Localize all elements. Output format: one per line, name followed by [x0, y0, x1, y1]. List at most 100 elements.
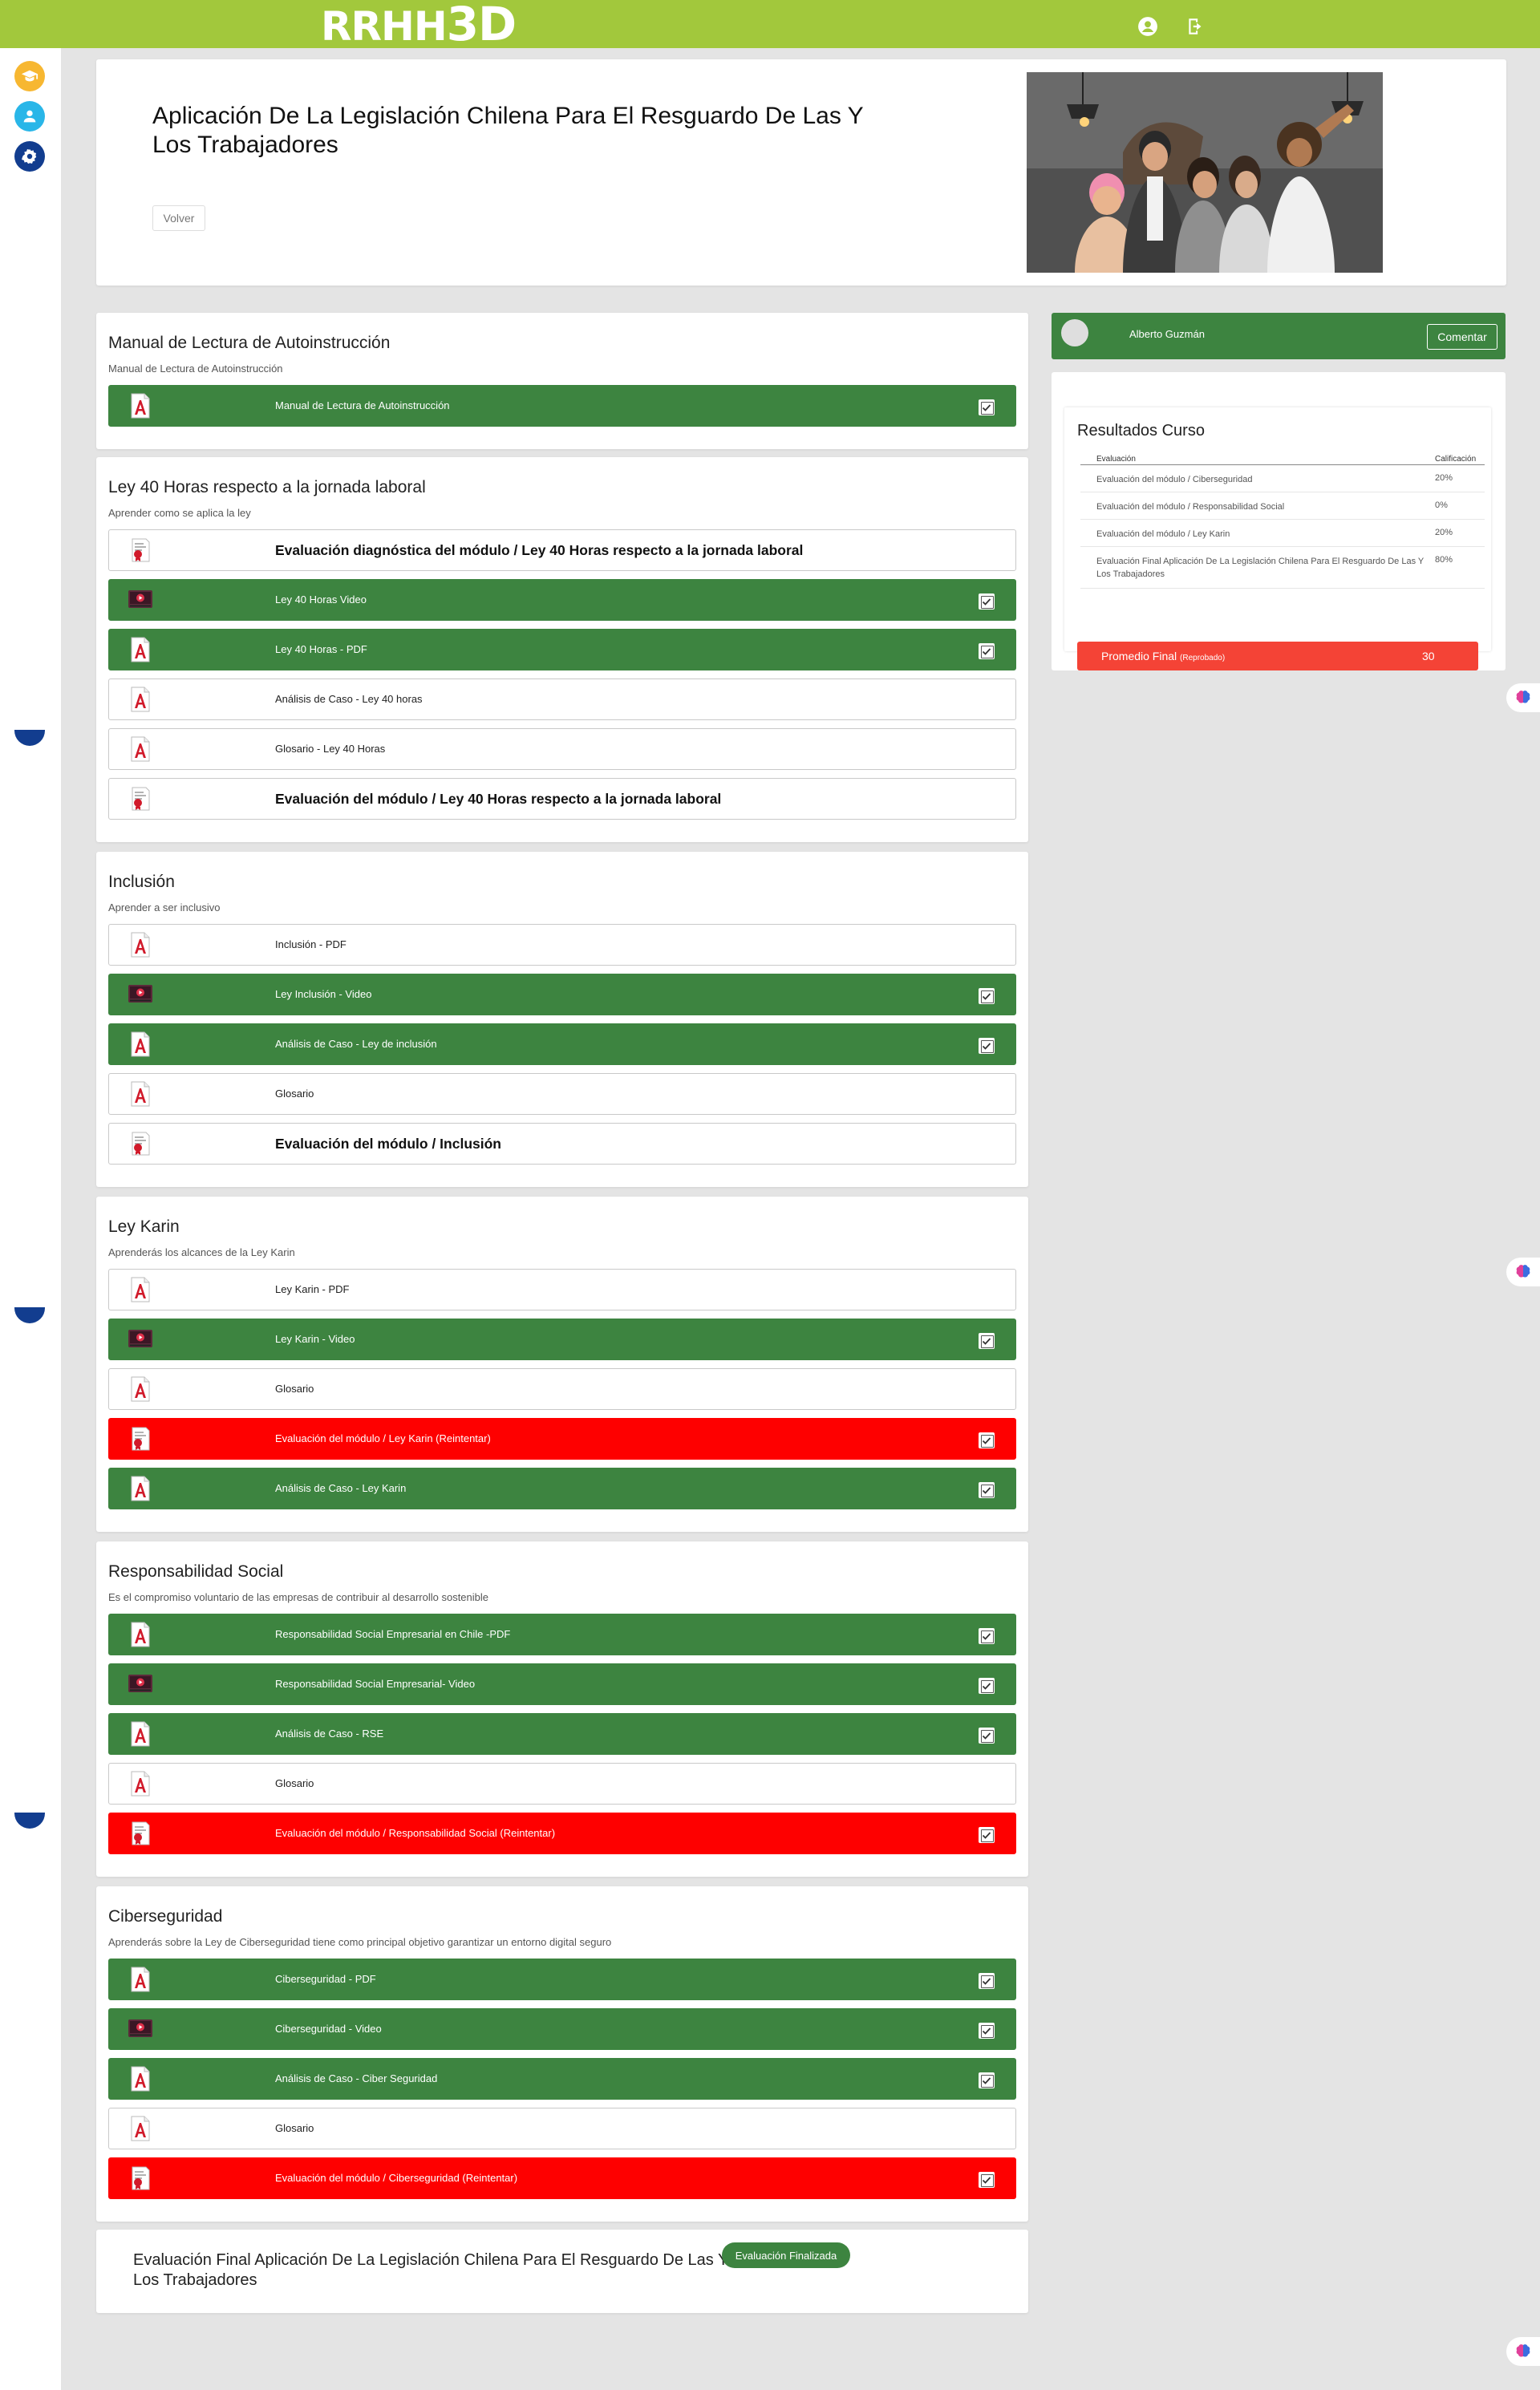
result-grade: 0% [1435, 500, 1448, 510]
module-item[interactable]: Ley Karin - Video [108, 1319, 1016, 1360]
module-title: Manual de Lectura de Autoinstrucción [108, 334, 391, 352]
average-value: 30 [1422, 650, 1435, 662]
module-item[interactable]: Glosario [108, 1368, 1016, 1410]
module-card: Ciberseguridad Aprenderás sobre la Ley de… [96, 1886, 1028, 2222]
user-circle-icon[interactable] [1137, 16, 1158, 37]
check-icon [979, 1038, 995, 1054]
module-item[interactable]: Evaluación diagnóstica del módulo / Ley … [108, 529, 1016, 571]
module-item[interactable]: Análisis de Caso - Ciber Seguridad [108, 2058, 1016, 2100]
module-item-label: Glosario [275, 1777, 314, 1789]
sidebar-item-profile[interactable] [14, 101, 45, 132]
module-description: Es el compromiso voluntario de las empre… [108, 1591, 489, 1603]
results-title: Resultados Curso [1077, 422, 1205, 440]
module-description: Aprenderás sobre la Ley de Cibersegurida… [108, 1936, 612, 1948]
module-item[interactable]: Glosario [108, 2108, 1016, 2149]
module-item-label: Análisis de Caso - Ley 40 horas [275, 693, 423, 705]
module-item-label: Ciberseguridad - Video [275, 2023, 382, 2035]
pdf-icon [127, 2115, 154, 2142]
module-item-label: Ley 40 Horas - PDF [275, 643, 367, 655]
module-item-label: Evaluación del módulo / Ciberseguridad (… [275, 2172, 518, 2184]
graduation-cap-icon [21, 70, 38, 82]
module-item-label: Inclusión - PDF [275, 938, 346, 950]
results-panel: Resultados Curso Evaluación Calificación… [1064, 407, 1491, 670]
assistant-button[interactable] [1506, 2337, 1540, 2366]
module-item[interactable]: Análisis de Caso - Ley Karin [108, 1468, 1016, 1509]
module-item[interactable]: Evaluación del módulo / Ley 40 Horas res… [108, 778, 1016, 820]
check-icon [979, 2172, 995, 2188]
evaluation-icon [127, 1820, 154, 1847]
back-button[interactable]: Volver [152, 205, 205, 231]
module-item[interactable]: Glosario [108, 1763, 1016, 1805]
module-title: Ley Karin [108, 1217, 180, 1236]
result-grade: 80% [1435, 555, 1453, 565]
module-item[interactable]: Responsabilidad Social Empresarial en Ch… [108, 1614, 1016, 1655]
evaluation-icon [127, 785, 154, 812]
pdf-icon [127, 2065, 154, 2092]
evaluation-icon [127, 537, 154, 564]
module-item-label: Glosario - Ley 40 Horas [275, 743, 386, 755]
module-item[interactable]: Ley 40 Horas Video [108, 579, 1016, 621]
module-item[interactable]: Análisis de Caso - Ley de inclusión [108, 1023, 1016, 1065]
module-item[interactable]: Ley 40 Horas - PDF [108, 629, 1016, 670]
user-name: Alberto Guzmán [1129, 328, 1205, 340]
module-item[interactable]: Análisis de Caso - RSE [108, 1713, 1016, 1755]
average-status: (Reprobado) [1180, 654, 1226, 662]
check-icon [979, 399, 995, 415]
evaluation-icon [127, 1130, 154, 1157]
user-comment-bar: Alberto Guzmán Comentar [1052, 313, 1506, 359]
module-card: Ley 40 Horas respecto a la jornada labor… [96, 457, 1028, 842]
check-icon [979, 1482, 995, 1498]
module-item[interactable]: Evaluación del módulo / Ley Karin (Reint… [108, 1418, 1016, 1460]
module-item[interactable]: Inclusión - PDF [108, 924, 1016, 966]
module-item[interactable]: Evaluación del módulo / Inclusión [108, 1123, 1016, 1165]
pdf-icon [127, 1031, 154, 1058]
module-item[interactable]: Evaluación del módulo / Ciberseguridad (… [108, 2157, 1016, 2199]
comment-button[interactable]: Comentar [1427, 324, 1497, 350]
results-row: Evaluación del módulo / Ley Karin 20% [1080, 520, 1485, 547]
logo[interactable]: RRHH3D [321, 1, 517, 47]
results-table-header: Evaluación Calificación [1080, 456, 1485, 465]
check-icon [979, 1827, 995, 1843]
module-item-label: Glosario [275, 2122, 314, 2134]
check-icon [979, 643, 995, 659]
logout-icon[interactable] [1185, 16, 1206, 37]
result-evaluation-name: Evaluación Final Aplicación De La Legisl… [1096, 557, 1424, 579]
final-evaluation-badge: Evaluación Finalizada [722, 2242, 850, 2268]
avatar [1061, 319, 1088, 346]
gear-icon [14, 1307, 45, 1323]
final-evaluation-title: Evaluación Final Aplicación De La Legisl… [133, 2251, 728, 2289]
module-item[interactable]: Responsabilidad Social Empresarial- Vide… [108, 1663, 1016, 1705]
pdf-icon [127, 1770, 154, 1797]
pdf-icon [127, 931, 154, 958]
col-grade: Calificación [1435, 455, 1477, 464]
module-item-label: Evaluación del módulo / Ley Karin (Reint… [275, 1432, 491, 1444]
module-item[interactable]: Glosario [108, 1073, 1016, 1115]
results-row: Evaluación del módulo / Responsabilidad … [1080, 492, 1485, 520]
logo-text: RRHH [321, 3, 448, 50]
module-item[interactable]: Evaluación del módulo / Responsabilidad … [108, 1813, 1016, 1854]
evaluation-icon [127, 2165, 154, 2192]
col-evaluation: Evaluación [1096, 455, 1136, 464]
module-item[interactable]: Glosario - Ley 40 Horas [108, 728, 1016, 770]
sidebar-item-settings[interactable] [14, 141, 45, 172]
results-row: Evaluación Final Aplicación De La Legisl… [1080, 547, 1485, 589]
module-item[interactable]: Ciberseguridad - PDF [108, 1959, 1016, 2000]
module-item-label: Manual de Lectura de Autoinstrucción [275, 399, 450, 411]
assistant-button[interactable] [1506, 683, 1540, 712]
module-item[interactable]: Ciberseguridad - Video [108, 2008, 1016, 2050]
module-item-label: Evaluación del módulo / Inclusión [275, 1136, 501, 1152]
module-item[interactable]: Ley Inclusión - Video [108, 974, 1016, 1015]
module-item-label: Análisis de Caso - Ciber Seguridad [275, 2072, 438, 2084]
module-item[interactable]: Análisis de Caso - Ley 40 horas [108, 679, 1016, 720]
module-item-label: Responsabilidad Social Empresarial- Vide… [275, 1678, 476, 1690]
assistant-button[interactable] [1506, 1258, 1540, 1286]
module-item[interactable]: Ley Karin - PDF [108, 1269, 1016, 1310]
module-description: Aprenderás los alcances de la Ley Karin [108, 1246, 295, 1258]
sidebar-item-courses[interactable] [14, 61, 45, 91]
module-item-label: Ciberseguridad - PDF [275, 1973, 376, 1985]
average-label-text: Promedio Final [1101, 650, 1177, 662]
video-icon [127, 1326, 154, 1353]
results-table: Evaluación Calificación Evaluación del m… [1080, 456, 1485, 589]
module-item[interactable]: Manual de Lectura de Autoinstrucción [108, 385, 1016, 427]
average-bar: Promedio Final (Reprobado) 30 [1077, 642, 1478, 670]
